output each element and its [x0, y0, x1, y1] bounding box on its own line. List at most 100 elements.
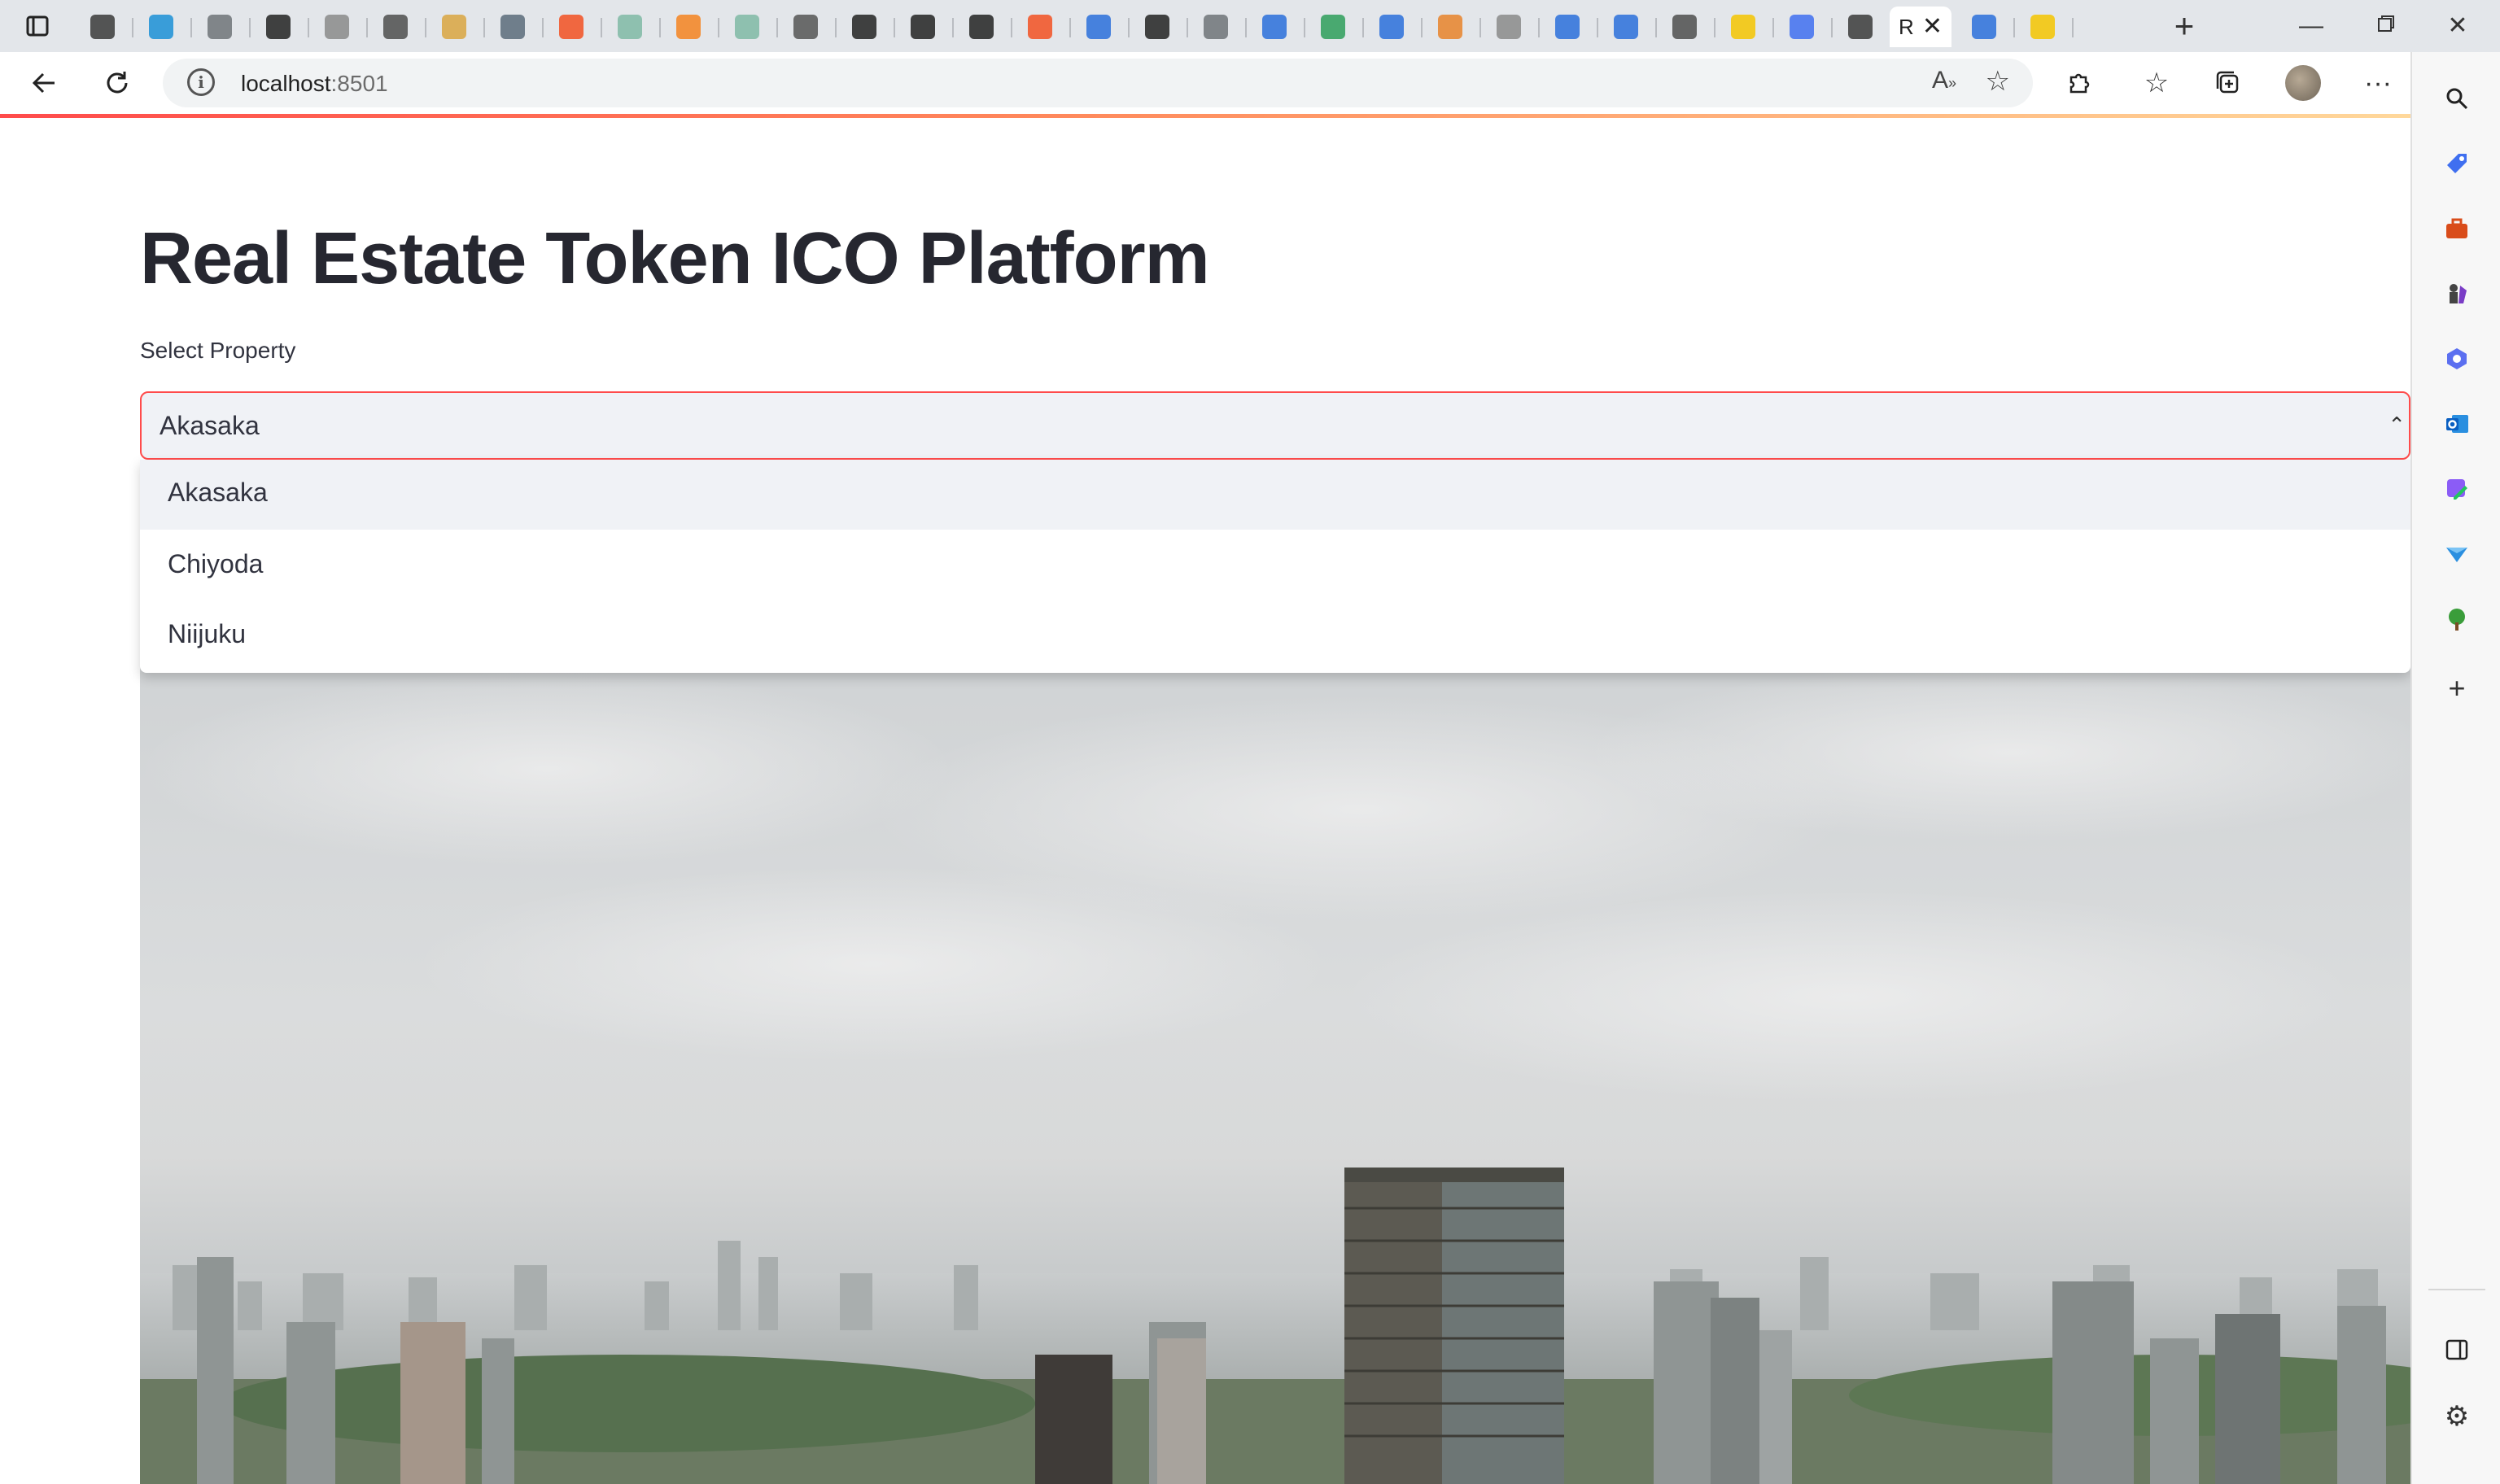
app-page: Real Estate Token ICO Platform Select Pr…: [0, 118, 2410, 1484]
property-select[interactable]: Akasaka ⌃: [140, 391, 2410, 460]
chevron-up-icon: ⌃: [2388, 412, 2406, 437]
browser-tab[interactable]: [1538, 7, 1598, 47]
copilot-icon[interactable]: [2435, 337, 2479, 381]
browser-tab[interactable]: [132, 7, 192, 47]
browser-tab[interactable]: [73, 7, 133, 47]
tab-favicon-icon: [325, 15, 349, 39]
tab-favicon-icon: [1438, 15, 1462, 39]
close-window-button[interactable]: ✕: [2425, 7, 2490, 46]
browser-tab[interactable]: [718, 7, 778, 47]
profile-avatar-icon[interactable]: [2284, 63, 2323, 103]
browser-tab[interactable]: [1597, 7, 1657, 47]
site-info-icon[interactable]: i: [187, 68, 215, 96]
option-akasaka[interactable]: Akasaka: [140, 460, 2410, 530]
browser-tab[interactable]: [2013, 7, 2074, 47]
tab-favicon-icon: [1731, 15, 1755, 39]
option-label: Akasaka: [168, 478, 268, 507]
browser-tab[interactable]: [425, 7, 485, 47]
tab-favicon-icon: [735, 15, 759, 39]
add-icon[interactable]: +: [2435, 666, 2479, 710]
favorites-icon[interactable]: ☆: [2137, 63, 2176, 103]
tab-favicon-icon: [1086, 15, 1111, 39]
browser-tab[interactable]: [1479, 7, 1540, 47]
settings-icon[interactable]: ⚙: [2435, 1395, 2479, 1438]
browser-tab[interactable]: [659, 7, 719, 47]
option-chiyoda[interactable]: Chiyoda: [140, 531, 2410, 601]
tab-favicon-icon: [500, 15, 525, 39]
active-tab[interactable]: R ✕: [1890, 7, 1951, 47]
designer-icon[interactable]: [2435, 467, 2479, 511]
browser-tab[interactable]: [894, 7, 954, 47]
tab-favicon-icon: [852, 15, 876, 39]
outlook-icon[interactable]: [2435, 402, 2479, 446]
address-bar[interactable]: i localhost:8501 A» ☆: [163, 59, 2033, 107]
read-aloud-icon[interactable]: A»: [1932, 67, 1956, 94]
tab-strip: R ✕ + — ✕: [0, 0, 2500, 52]
tab-favicon-icon: [1672, 15, 1697, 39]
tab-favicon-icon: [911, 15, 935, 39]
sidebar-divider: [2428, 1289, 2485, 1290]
tab-favicon-icon: [1972, 15, 1996, 39]
extensions-icon[interactable]: [2059, 63, 2098, 103]
tab-favicon-icon: [1321, 15, 1345, 39]
tab-title: R: [1899, 14, 1914, 39]
chess-icon[interactable]: [2435, 272, 2479, 316]
shopping-tag-icon[interactable]: [2435, 142, 2479, 186]
back-arrow-icon[interactable]: [24, 63, 63, 103]
more-menu-icon[interactable]: ···: [2358, 63, 2397, 103]
browser-tab[interactable]: [1714, 7, 1774, 47]
browser-tab[interactable]: [190, 7, 251, 47]
split-screen-icon[interactable]: [2435, 1328, 2479, 1372]
browser-tab[interactable]: [776, 7, 837, 47]
collections-icon[interactable]: [2209, 63, 2248, 103]
browser-tab[interactable]: [1655, 7, 1715, 47]
url-text[interactable]: localhost:8501: [241, 71, 388, 97]
toolbox-icon[interactable]: [2435, 207, 2479, 251]
browser-tab[interactable]: [952, 7, 1012, 47]
option-niijuku[interactable]: Niijuku: [140, 601, 2410, 671]
browser-tab[interactable]: [1772, 7, 1833, 47]
maximize-button[interactable]: [2354, 7, 2419, 46]
tab-favicon-icon: [1848, 15, 1873, 39]
send-icon[interactable]: [2435, 532, 2479, 576]
browser-tab[interactable]: [1069, 7, 1130, 47]
page-title: Real Estate Token ICO Platform: [140, 218, 1210, 299]
tab-close-icon[interactable]: ✕: [1922, 15, 1943, 39]
tab-favicon-icon: [1614, 15, 1638, 39]
browser-tab[interactable]: [1128, 7, 1188, 47]
browser-tab[interactable]: [308, 7, 368, 47]
browser-tab[interactable]: [542, 7, 602, 47]
option-label: Niijuku: [168, 619, 247, 648]
tab-favicon-icon: [442, 15, 466, 39]
browser-tab[interactable]: [1362, 7, 1423, 47]
browser-tab[interactable]: [1011, 7, 1071, 47]
minimize-button[interactable]: —: [2279, 7, 2344, 46]
browser-tab[interactable]: [483, 7, 544, 47]
browser-tab[interactable]: [1831, 7, 1891, 47]
tab-separator: [2072, 18, 2074, 37]
select-property-label: Select Property: [140, 338, 296, 363]
browser-tab[interactable]: [1955, 7, 2015, 47]
browser-tab[interactable]: [1304, 7, 1364, 47]
add-favorite-icon[interactable]: ☆: [1986, 65, 2010, 98]
browser-tab[interactable]: [249, 7, 309, 47]
tab-favicon-icon: [90, 15, 115, 39]
tab-favicon-icon: [1262, 15, 1287, 39]
tab-favicon-icon: [559, 15, 583, 39]
property-dropdown-menu: Akasaka Chiyoda Niijuku: [140, 460, 2410, 673]
tab-favicon-icon: [208, 15, 232, 39]
new-tab-button[interactable]: +: [2165, 8, 2204, 44]
tab-favicon-icon: [2030, 15, 2055, 39]
tab-favicon-icon: [266, 15, 291, 39]
browser-tab[interactable]: [1187, 7, 1247, 47]
browser-tab[interactable]: [1245, 7, 1305, 47]
browser-tab[interactable]: [835, 7, 895, 47]
browser-tab[interactable]: [1421, 7, 1481, 47]
selected-property-value: Akasaka: [160, 411, 260, 440]
tree-icon[interactable]: [2435, 597, 2479, 641]
browser-tab[interactable]: [366, 7, 426, 47]
browser-tab[interactable]: [601, 7, 661, 47]
tab-actions-menu-icon[interactable]: [21, 10, 54, 42]
refresh-icon[interactable]: [98, 63, 137, 103]
search-icon[interactable]: [2435, 76, 2479, 120]
